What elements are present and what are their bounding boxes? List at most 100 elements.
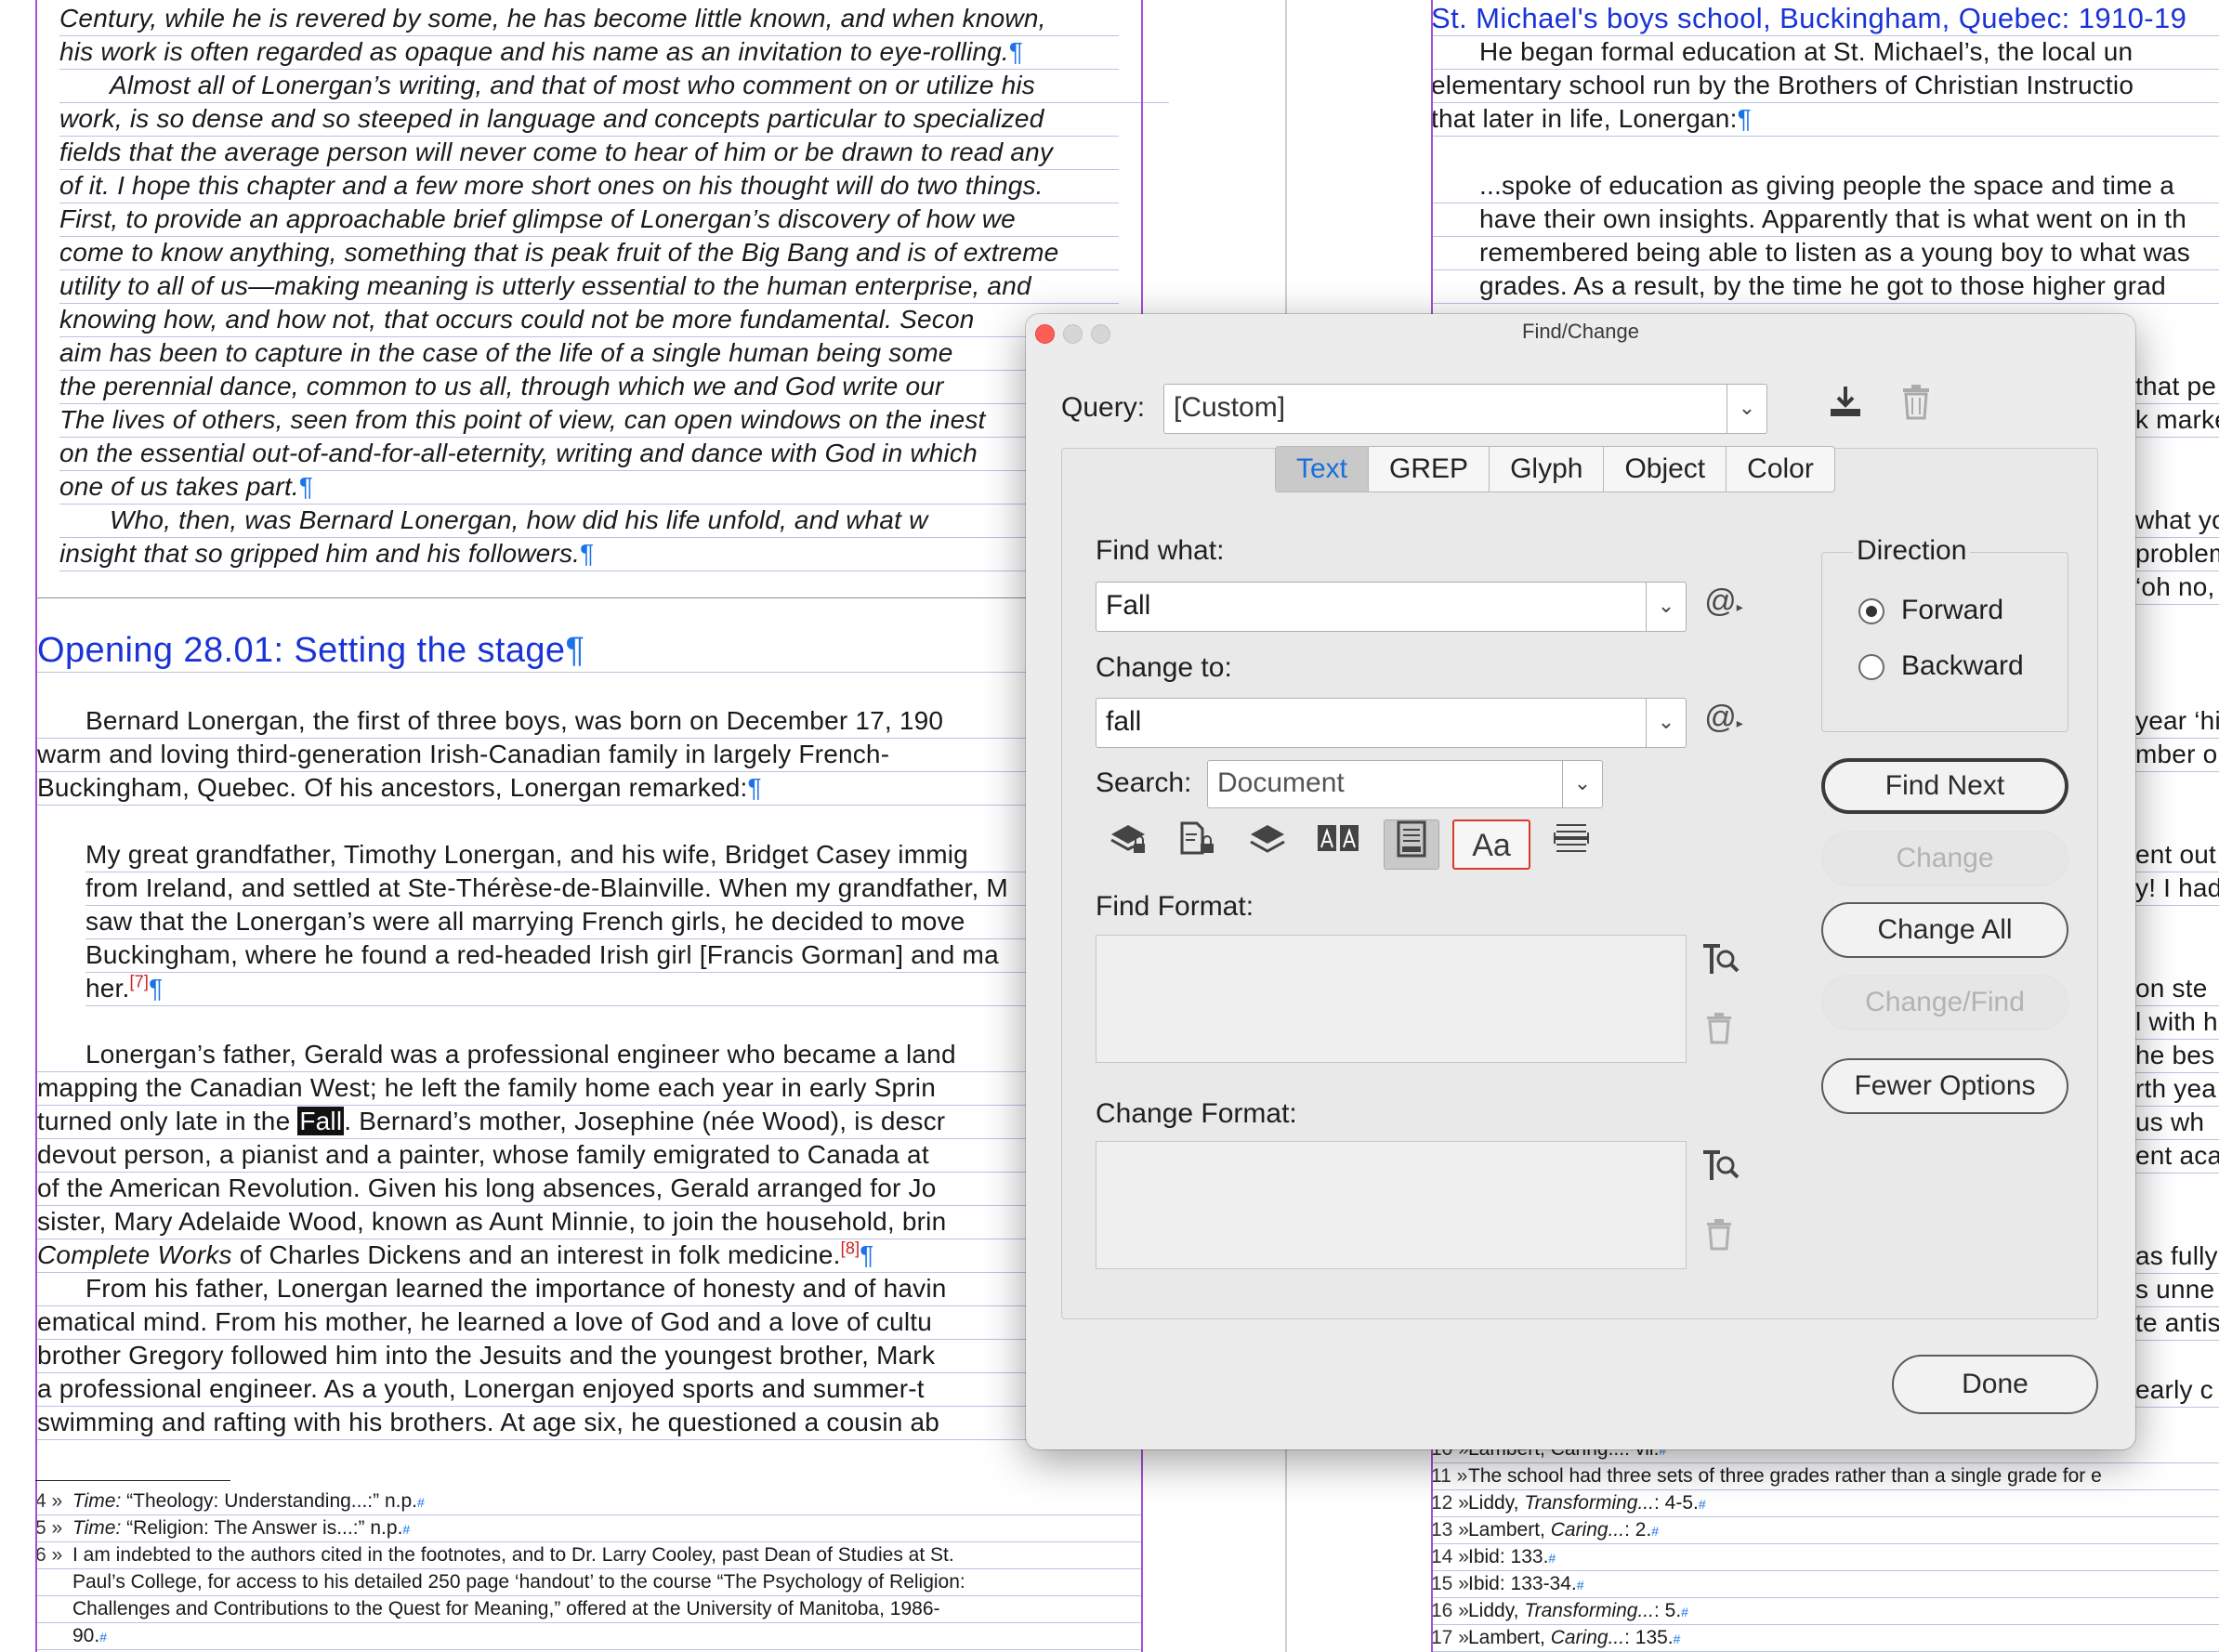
end-of-story-mark: # bbox=[1651, 1524, 1660, 1539]
line-text: Lambert, bbox=[1468, 1627, 1551, 1648]
save-query-icon[interactable] bbox=[1825, 383, 1866, 428]
section-heading: Opening 28.01: Setting the stage¶ bbox=[37, 629, 1134, 673]
pilcrow-mark: ¶ bbox=[298, 472, 314, 501]
chevron-down-icon[interactable]: ⌄ bbox=[1646, 699, 1686, 747]
body-line: From his father, Lonergan learned the im… bbox=[37, 1272, 1154, 1306]
backward-label[interactable]: Backward bbox=[1901, 650, 2024, 682]
include-master-pages-icon[interactable] bbox=[1310, 819, 1366, 870]
footnote-number: 12 » bbox=[1431, 1492, 1469, 1514]
line-text: : 4-5. bbox=[1653, 1492, 1699, 1514]
footnote-line: 12 »Liddy, Transforming...: 4-5.# bbox=[1431, 1490, 2219, 1517]
end-of-story-mark: # bbox=[1681, 1605, 1688, 1619]
footnote-number: 16 » bbox=[1431, 1600, 1469, 1621]
line-text: The school had three sets of three grade… bbox=[1468, 1465, 2102, 1487]
special-characters-find-icon[interactable]: @▸ bbox=[1700, 583, 1747, 620]
forward-radio[interactable] bbox=[1858, 598, 1884, 624]
clear-find-format-icon[interactable] bbox=[1700, 1013, 1738, 1053]
search-type-tabs: Text GREP Glyph Object Color bbox=[1275, 446, 1835, 492]
direction-label: Direction bbox=[1853, 535, 1971, 567]
line-text: mapping the Canadian West; he left the f… bbox=[37, 1073, 936, 1102]
line-text: one of us takes part. bbox=[59, 472, 299, 501]
line-text: as fully bbox=[2135, 1241, 2218, 1270]
line-text: devout person, a pianist and a painter, … bbox=[37, 1140, 929, 1169]
find-what-field[interactable]: Fall ⌄ bbox=[1096, 582, 1687, 632]
line-text: of it. I hope this chapter and a few mor… bbox=[59, 171, 1044, 200]
include-locked-layers-icon[interactable] bbox=[1100, 819, 1156, 870]
backward-radio[interactable] bbox=[1858, 654, 1884, 680]
include-footnotes-icon[interactable] bbox=[1384, 819, 1439, 870]
italic-text: Time: bbox=[72, 1490, 122, 1512]
tab-glyph[interactable]: Glyph bbox=[1490, 446, 1605, 492]
find-format-label: Find Format: bbox=[1096, 891, 1254, 922]
search-scope-select[interactable]: Document ⌄ bbox=[1207, 760, 1603, 808]
fewer-options-button[interactable]: Fewer Options bbox=[1821, 1058, 2068, 1114]
left-margin-guide bbox=[35, 0, 37, 1652]
change-find-button[interactable]: Change/Find bbox=[1821, 975, 2068, 1030]
body-line: a professional engineer. As a youth, Lon… bbox=[37, 1372, 1106, 1407]
change-all-button[interactable]: Change All bbox=[1821, 902, 2068, 958]
line-text: turned only late in the bbox=[37, 1107, 298, 1135]
body-line-fragment: rth yea bbox=[2135, 1072, 2219, 1107]
chevron-down-icon[interactable]: ⌄ bbox=[1646, 583, 1686, 631]
footnote-line: 13 »Lambert, Caring...: 2.# bbox=[1431, 1517, 2219, 1544]
body-line: Who, then, was Bernard Lonergan, how did… bbox=[59, 504, 1169, 538]
special-characters-change-icon[interactable]: @▸ bbox=[1700, 700, 1747, 736]
line-text: ‘oh no, bbox=[2135, 572, 2215, 601]
include-hidden-layers-icon[interactable] bbox=[1240, 819, 1295, 870]
section-heading: St. Michael's boys school, Buckingham, Q… bbox=[1431, 2, 2219, 36]
line-text: elementary school run by the Brothers of… bbox=[1431, 71, 2134, 99]
include-locked-stories-icon[interactable] bbox=[1169, 819, 1225, 870]
body-line-fragment: ‘oh no, bbox=[2135, 570, 2219, 605]
body-line: have their own insights. Apparently that… bbox=[1431, 203, 2219, 237]
footnote-line: 17 »Lambert, Caring...: 135.# bbox=[1431, 1625, 2219, 1652]
tab-object[interactable]: Object bbox=[1604, 446, 1727, 492]
body-line: remembered being able to listen as a you… bbox=[1431, 236, 2219, 270]
search-label: Search: bbox=[1096, 767, 1192, 798]
specify-change-format-icon[interactable] bbox=[1699, 1145, 1741, 1194]
case-sensitive-toggle[interactable]: Aa bbox=[1452, 819, 1530, 870]
line-text: Lonergan’s father, Gerald was a professi… bbox=[85, 1040, 956, 1069]
chevron-down-icon[interactable]: ⌄ bbox=[1562, 761, 1602, 807]
line-text: : 135. bbox=[1624, 1627, 1674, 1648]
case-sensitive-label: Aa bbox=[1472, 828, 1511, 863]
line-text: have their own insights. Apparently that… bbox=[1479, 204, 2187, 233]
footnote-number: 11 » bbox=[1431, 1465, 1468, 1487]
italic-text: Complete Works bbox=[37, 1240, 232, 1269]
line-text: : 2. bbox=[1624, 1519, 1652, 1541]
whole-word-icon[interactable] bbox=[1543, 819, 1599, 870]
tab-grep[interactable]: GREP bbox=[1369, 446, 1490, 492]
line-text: Century, while he is revered by some, he… bbox=[59, 4, 1046, 33]
footnote-number: 17 » bbox=[1431, 1627, 1469, 1648]
clear-change-format-icon[interactable] bbox=[1700, 1219, 1738, 1259]
body-line: of the American Revolution. Given his lo… bbox=[37, 1172, 1106, 1206]
chevron-down-icon[interactable]: ⌄ bbox=[1727, 385, 1766, 433]
body-line: ...spoke of education as giving people t… bbox=[1431, 169, 2219, 203]
tab-color[interactable]: Color bbox=[1727, 446, 1835, 492]
change-button[interactable]: Change bbox=[1821, 831, 2068, 886]
specify-find-format-icon[interactable] bbox=[1699, 938, 1741, 988]
tab-text[interactable]: Text bbox=[1275, 446, 1370, 492]
dialog-title: Find/Change bbox=[1522, 320, 1639, 343]
find-what-label: Find what: bbox=[1096, 535, 1225, 566]
body-line: elementary school run by the Brothers of… bbox=[1431, 69, 2219, 103]
query-select[interactable]: [Custom] ⌄ bbox=[1163, 384, 1767, 434]
query-label: Query: bbox=[1061, 392, 1146, 423]
done-button[interactable]: Done bbox=[1892, 1355, 2098, 1414]
line-text: sister, Mary Adelaide Wood, known as Aun… bbox=[37, 1207, 947, 1236]
line-text: . Bernard’s mother, Josephine (née Wood)… bbox=[344, 1107, 946, 1135]
change-to-field[interactable]: fall ⌄ bbox=[1096, 698, 1687, 748]
footnote-reference: [7] bbox=[129, 972, 150, 991]
section-divider bbox=[35, 597, 1141, 598]
find-next-button[interactable]: Find Next bbox=[1821, 758, 2068, 814]
forward-label[interactable]: Forward bbox=[1901, 595, 2003, 626]
change-format-box bbox=[1096, 1141, 1687, 1269]
delete-query-icon[interactable] bbox=[1897, 385, 1935, 428]
body-line-fragment: what yo bbox=[2135, 504, 2219, 538]
body-line: that later in life, Lonergan:¶ bbox=[1431, 102, 2219, 137]
footnote-line: 11 »The school had three sets of three g… bbox=[1431, 1463, 2219, 1490]
footnote-number: 13 » bbox=[1431, 1519, 1469, 1541]
footnote-line: 90.# bbox=[35, 1623, 1141, 1650]
line-text: that later in life, Lonergan: bbox=[1431, 104, 1738, 133]
line-text: First, to provide an approachable brief … bbox=[59, 204, 1016, 233]
dialog-titlebar[interactable]: Find/Change bbox=[1026, 314, 2135, 351]
